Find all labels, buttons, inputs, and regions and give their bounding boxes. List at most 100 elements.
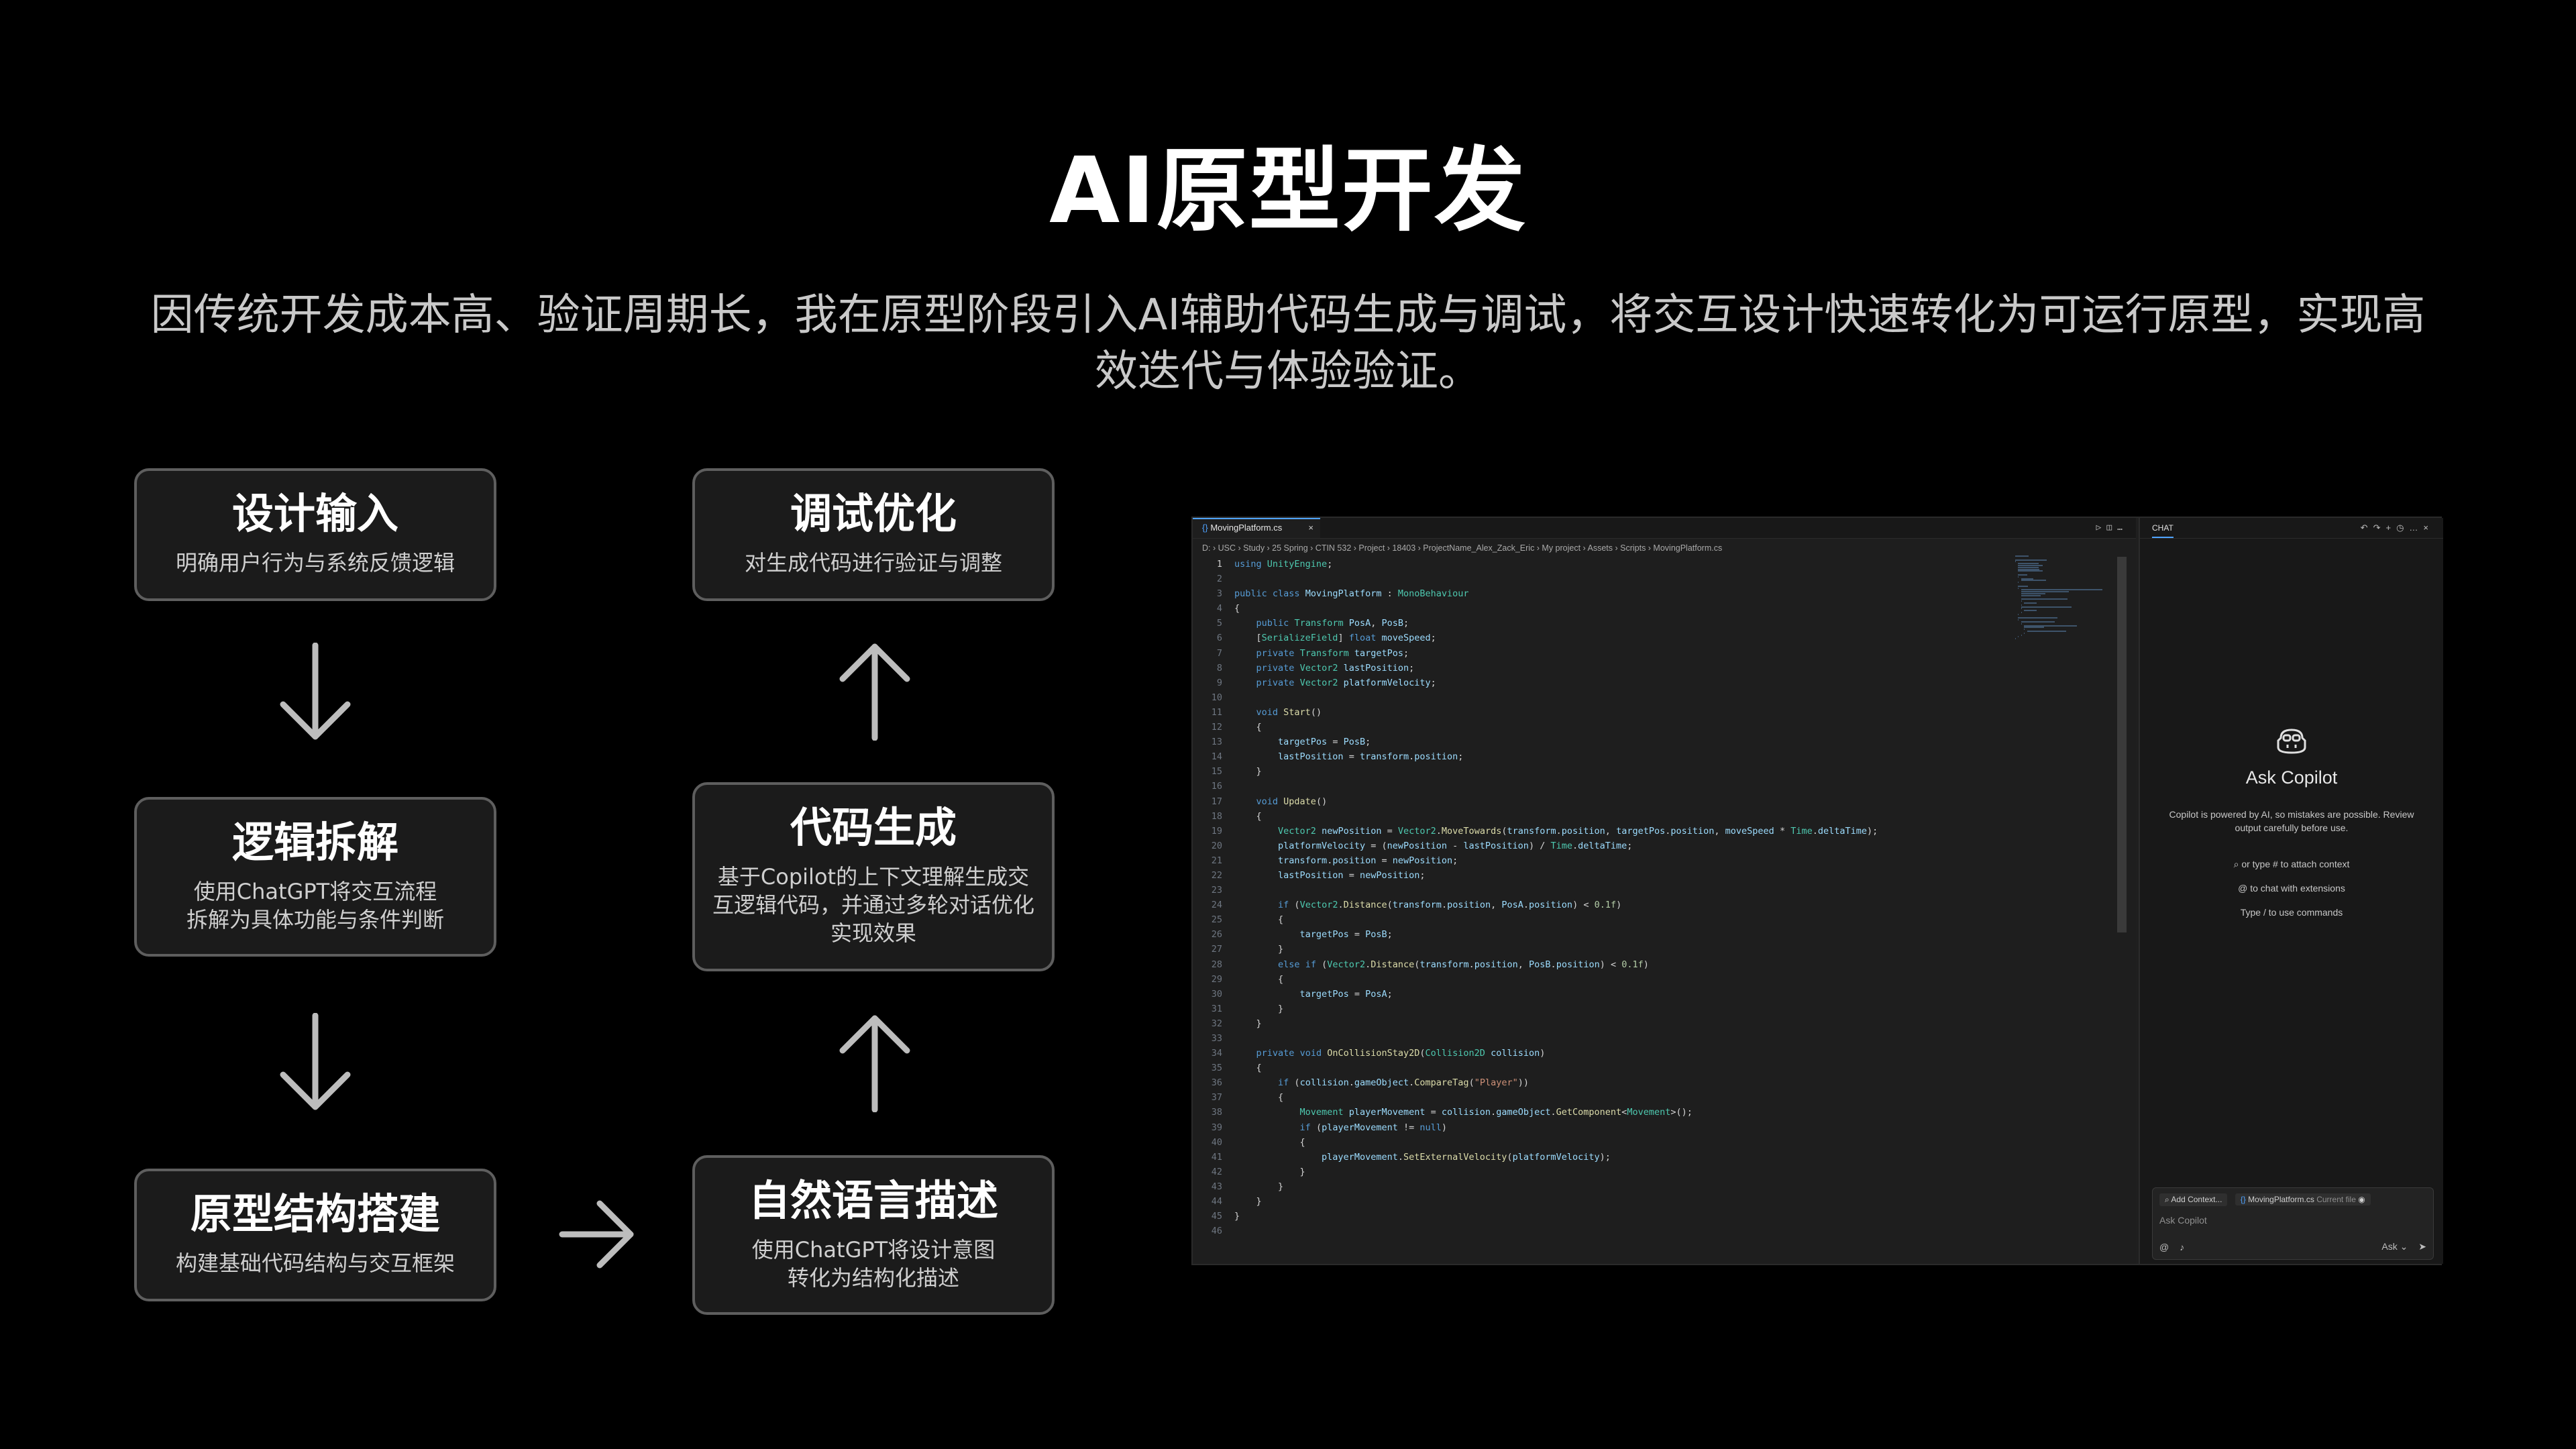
code-line[interactable]: 6 [SerializeField] float moveSpeed; xyxy=(1193,631,2136,645)
line-number: 31 xyxy=(1211,1003,1222,1014)
close-icon[interactable]: × xyxy=(2423,523,2434,533)
line-number: 41 xyxy=(1211,1151,1222,1163)
code-line[interactable]: 22 lastPosition = newPosition; xyxy=(1193,868,2136,883)
code-line[interactable]: 1 using UnityEngine; xyxy=(1193,557,2136,572)
code-text: using UnityEngine; xyxy=(1234,559,1333,570)
code-line[interactable]: 26 targetPos = PosB; xyxy=(1193,927,2136,942)
code-line[interactable]: 17 void Update() xyxy=(1193,794,2136,809)
code-line[interactable]: 18 { xyxy=(1193,809,2136,824)
code-line[interactable]: 5 public Transform PosA, PosB; xyxy=(1193,616,2136,631)
code-line[interactable]: 14 lastPosition = transform.position; xyxy=(1193,749,2136,764)
editor-scrollbar[interactable] xyxy=(2117,557,2127,932)
minimap-line xyxy=(2018,565,2043,566)
editor-tab[interactable]: {} MovingPlatform.cs × xyxy=(1193,518,1320,538)
minimap-line xyxy=(2018,574,2027,576)
code-line[interactable]: 32 } xyxy=(1193,1016,2136,1031)
code-text: transform.position = newPosition; xyxy=(1278,855,1458,866)
code-line[interactable]: 4{ xyxy=(1193,601,2136,616)
editor-tab-label: MovingPlatform.cs xyxy=(1210,523,1283,533)
code-line[interactable]: 9 private Vector2 platformVelocity; xyxy=(1193,676,2136,690)
code-line[interactable]: 37 { xyxy=(1193,1090,2136,1105)
code-line[interactable]: 40 { xyxy=(1193,1135,2136,1150)
code-line[interactable]: 29 { xyxy=(1193,972,2136,987)
code-line[interactable]: 39 if (playerMovement != null) xyxy=(1193,1120,2136,1135)
code-line[interactable]: 43 } xyxy=(1193,1179,2136,1194)
code-text: targetPos = PosA; xyxy=(1299,988,1393,1000)
code-line[interactable]: 8 private Vector2 lastPosition; xyxy=(1193,661,2136,676)
code-text: } xyxy=(1234,1166,1305,1177)
code-line[interactable]: 30 targetPos = PosA; xyxy=(1193,987,2136,1002)
run-icon[interactable]: ▷ xyxy=(2096,523,2107,533)
step-desc-line: 使用ChatGPT将设计意图 xyxy=(751,1237,996,1263)
code-line[interactable]: 13 targetPos = PosB; xyxy=(1193,735,2136,749)
code-line[interactable]: 44 } xyxy=(1193,1194,2136,1209)
chat-tab[interactable]: CHAT xyxy=(2152,518,2174,538)
chat-input-toolbar: @ ♪ Ask ⌄ ➤ xyxy=(2159,1241,2426,1252)
code-line[interactable]: 42 } xyxy=(1193,1165,2136,1179)
code-line[interactable]: 3 public class MovingPlatform : MonoBehav… xyxy=(1193,586,2136,601)
minimap-line xyxy=(2018,587,2019,589)
add-context-button[interactable]: ⌕ Add Context... xyxy=(2159,1193,2228,1206)
code-line[interactable]: 46 xyxy=(1193,1224,2136,1238)
chat-hint-text: to chat with extensions xyxy=(2250,883,2345,894)
mode-select[interactable]: Ask xyxy=(2381,1241,2397,1252)
code-area[interactable]: 1 using UnityEngine; 2 3 public class Moving… xyxy=(1193,557,2136,1238)
minimap-line xyxy=(2021,634,2022,636)
code-text: if (Vector2.Distance(transform.position,… xyxy=(1278,900,1622,911)
redo-icon[interactable]: ↷ xyxy=(2373,523,2386,533)
code-line[interactable]: 7 private Transform targetPos; xyxy=(1193,646,2136,661)
breadcrumb[interactable]: D: › USC › Study › 25 Spring › CTIN 532 … xyxy=(1202,543,1722,553)
code-line[interactable]: 25 { xyxy=(1193,912,2136,927)
minimap-line xyxy=(2018,566,2039,568)
line-number: 20 xyxy=(1211,840,1222,851)
microphone-icon[interactable]: ♪ xyxy=(2180,1242,2184,1252)
code-line[interactable]: 34 private void OnCollisionStay2D(Collis… xyxy=(1193,1046,2136,1061)
code-line[interactable]: 23 xyxy=(1193,883,2136,898)
code-line[interactable]: 15 } xyxy=(1193,764,2136,779)
eye-icon[interactable]: ◉ xyxy=(2358,1195,2365,1204)
minimap-line xyxy=(2021,621,2055,623)
minimap-line xyxy=(2018,582,2019,584)
code-line[interactable]: 36 if (collision.gameObject.CompareTag("… xyxy=(1193,1075,2136,1090)
new-chat-icon[interactable]: + xyxy=(2385,523,2396,533)
code-line[interactable]: 38 Movement playerMovement = collision.g… xyxy=(1193,1105,2136,1120)
chat-hint-text: Type / to use commands xyxy=(2240,907,2343,918)
minimap[interactable] xyxy=(2015,555,2116,643)
page-subtitle: 因传统开发成本高、验证周期长，我在原型阶段引入AI辅助代码生成与调试，将交互设计… xyxy=(134,287,2442,400)
file-context-chip[interactable]: {} MovingPlatform.cs Current file ◉ xyxy=(2235,1193,2371,1205)
history-icon[interactable]: ◷ xyxy=(2396,523,2409,533)
code-line[interactable]: 33 xyxy=(1193,1031,2136,1046)
minimap-line xyxy=(2021,591,2070,593)
code-line[interactable]: 35 { xyxy=(1193,1061,2136,1075)
code-line[interactable]: 41 playerMovement.SetExternalVelocity(pl… xyxy=(1193,1150,2136,1165)
code-line[interactable]: 27 } xyxy=(1193,942,2136,957)
code-line[interactable]: 10 xyxy=(1193,690,2136,705)
code-line[interactable]: 11 void Start() xyxy=(1193,705,2136,720)
code-line[interactable]: 28 else if (Vector2.Distance(transform.p… xyxy=(1193,957,2136,972)
copilot-disclaimer: Copilot is powered by AI, so mistakes ar… xyxy=(2169,809,2414,833)
code-line[interactable]: 2 xyxy=(1193,572,2136,586)
code-line[interactable]: 24 if (Vector2.Distance(transform.positi… xyxy=(1193,898,2136,912)
code-line[interactable]: 19 Vector2 newPosition = Vector2.MoveTow… xyxy=(1193,824,2136,839)
code-line[interactable]: 12 { xyxy=(1193,720,2136,735)
more-icon[interactable]: … xyxy=(2409,523,2423,533)
split-editor-icon[interactable]: ◫ xyxy=(2106,523,2117,533)
code-line[interactable]: 21 transform.position = newPosition; xyxy=(1193,853,2136,868)
code-line[interactable]: 20 platformVelocity = (newPosition - las… xyxy=(1193,839,2136,853)
step-title: 设计输入 xyxy=(231,489,398,538)
close-tab-icon[interactable]: × xyxy=(1308,519,1313,537)
send-icon[interactable]: ➤ xyxy=(2418,1241,2426,1252)
code-line[interactable]: 16 xyxy=(1193,779,2136,794)
code-text: } xyxy=(1234,1018,1262,1029)
more-icon[interactable]: … xyxy=(2117,523,2128,533)
undo-icon[interactable]: ↶ xyxy=(2361,523,2373,533)
code-line[interactable]: 45} xyxy=(1193,1209,2136,1224)
step-desc-line: 明确用户行为与系统反馈逻辑 xyxy=(175,550,455,576)
chat-input-placeholder[interactable]: Ask Copilot xyxy=(2159,1215,2207,1226)
line-number: 24 xyxy=(1211,900,1222,911)
code-line[interactable]: 31 } xyxy=(1193,1002,2136,1016)
chat-input-box[interactable]: ⌕ Add Context... {} MovingPlatform.cs Cu… xyxy=(2152,1187,2434,1260)
step-design-input: 设计输入 明确用户行为与系统反馈逻辑 xyxy=(134,468,496,601)
chevron-down-icon[interactable]: ⌄ xyxy=(2400,1241,2408,1252)
mention-icon[interactable]: @ xyxy=(2159,1242,2169,1252)
